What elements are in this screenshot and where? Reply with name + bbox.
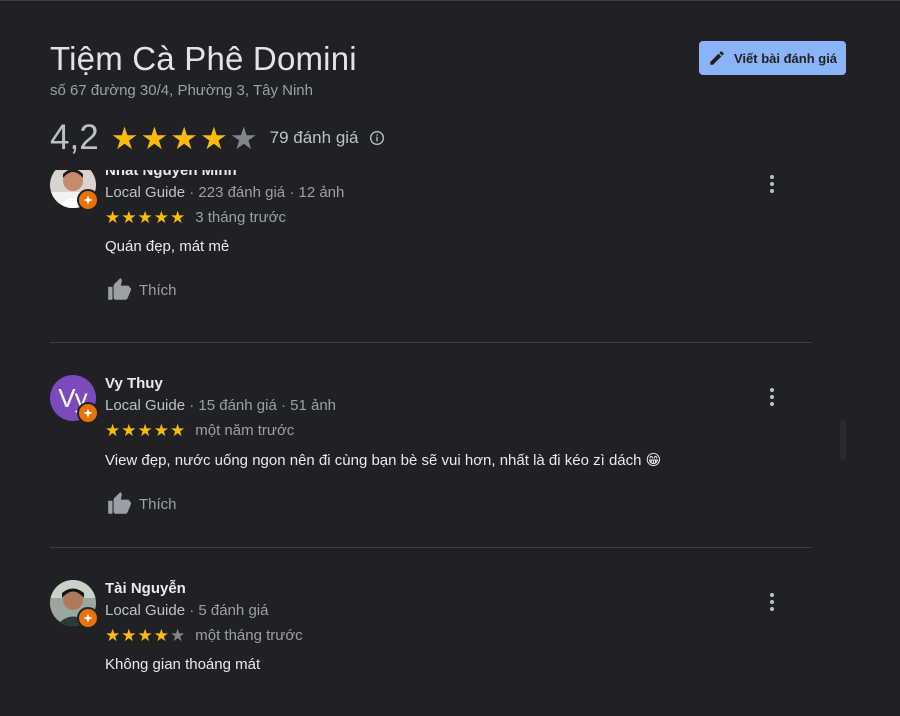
local-guide-label: Local Guide: [105, 184, 186, 201]
local-guide-badge-icon: [77, 189, 99, 211]
star-icon: ★: [170, 421, 186, 440]
star-icon: ★: [140, 120, 169, 156]
review-time: một tháng trước: [195, 627, 303, 644]
more-options-icon[interactable]: [762, 385, 782, 409]
reviewer-avatar[interactable]: [50, 580, 99, 629]
local-guide-badge-icon: [77, 607, 99, 629]
review-time: một năm trước: [195, 422, 295, 439]
reviewer-name[interactable]: Nhất Nguyên Minh: [105, 170, 812, 179]
star-icon: ★: [105, 421, 121, 440]
pencil-icon: [710, 51, 724, 65]
scrollbar[interactable]: [840, 420, 846, 460]
star-empty-icon: ★: [170, 626, 186, 645]
review-stars: ★ ★ ★ ★ ★: [105, 627, 185, 644]
star-icon: ★: [110, 120, 139, 156]
more-options-icon[interactable]: [762, 590, 782, 614]
review-item: Tài Nguyễn Local Guide · 5 đánh giá ★ ★ …: [50, 580, 812, 673]
star-icon: ★: [170, 120, 199, 156]
review-item: Nhất Nguyên Minh Local Guide · 223 đánh …: [50, 170, 812, 303]
reviewer-name[interactable]: Tài Nguyễn: [105, 580, 812, 597]
star-icon: ★: [153, 208, 169, 227]
rating-summary: 4,2 ★ ★ ★ ★ ★ 79 đánh giá: [50, 118, 385, 158]
thumbs-up-icon: [108, 492, 131, 514]
review-stars: ★ ★ ★ ★ ★: [105, 422, 185, 439]
star-icon: ★: [121, 626, 137, 645]
star-icon: ★: [137, 421, 153, 440]
write-review-label: Viết bài đánh giá: [733, 50, 838, 66]
reviewer-meta: Local Guide · 223 đánh giá · 12 ảnh: [105, 184, 812, 201]
thumbs-up-icon: [108, 278, 131, 300]
review-text: View đẹp, nước uống ngon nên đi cùng bạn…: [105, 452, 662, 469]
review-time: 3 tháng trước: [195, 209, 287, 226]
local-guide-badge-icon: [77, 402, 99, 424]
reviewer-meta: Local Guide · 15 đánh giá · 51 ảnh: [105, 397, 812, 414]
star-icon: ★: [137, 208, 153, 227]
reviewer-stats: · 223 đánh giá · 12 ảnh: [189, 184, 345, 201]
rating-value: 4,2: [50, 118, 99, 157]
local-guide-label: Local Guide: [105, 602, 186, 619]
star-icon: ★: [121, 208, 137, 227]
star-empty-icon: ★: [229, 120, 258, 156]
star-icon: ★: [170, 208, 186, 227]
star-icon: ★: [137, 626, 153, 645]
like-button[interactable]: Thích: [105, 491, 195, 517]
review-text: Quán đẹp, mát mẻ: [105, 238, 230, 255]
like-button[interactable]: Thích: [105, 277, 195, 303]
star-icon: ★: [105, 208, 121, 227]
star-icon: ★: [121, 421, 137, 440]
reviewer-stats: · 5 đánh giá: [189, 602, 269, 619]
reviewer-name[interactable]: Vy Thuy: [105, 375, 812, 392]
review-list[interactable]: Nhất Nguyên Minh Local Guide · 223 đánh …: [0, 170, 900, 716]
review-item: Vy Vy Thuy Local Guide · 15 đánh giá · 5…: [50, 375, 812, 517]
like-label: Thích: [139, 281, 177, 299]
reviewer-meta: Local Guide · 5 đánh giá: [105, 602, 812, 619]
star-icon: ★: [153, 626, 169, 645]
review-count[interactable]: 79 đánh giá: [270, 128, 359, 148]
star-icon: ★: [200, 120, 228, 156]
top-border: [0, 0, 900, 1]
local-guide-label: Local Guide: [105, 397, 186, 414]
star-icon: ★: [153, 421, 169, 440]
like-label: Thích: [139, 495, 177, 513]
divider: [50, 547, 812, 548]
review-text: Không gian thoáng mát: [105, 656, 261, 673]
more-options-icon[interactable]: [762, 172, 782, 196]
reviewer-avatar[interactable]: [50, 170, 99, 211]
divider: [50, 342, 812, 343]
reviewer-avatar[interactable]: Vy: [50, 375, 99, 424]
info-icon[interactable]: [369, 130, 385, 146]
reviewer-stats: · 15 đánh giá · 51 ảnh: [189, 397, 337, 414]
place-address: số 67 đường 30/4, Phường 3, Tây Ninh: [50, 82, 313, 99]
write-review-button[interactable]: Viết bài đánh giá: [699, 41, 846, 75]
star-icon: ★: [105, 626, 121, 645]
rating-stars: ★ ★ ★ ★ ★: [111, 123, 258, 154]
review-stars: ★ ★ ★ ★ ★: [105, 209, 185, 226]
